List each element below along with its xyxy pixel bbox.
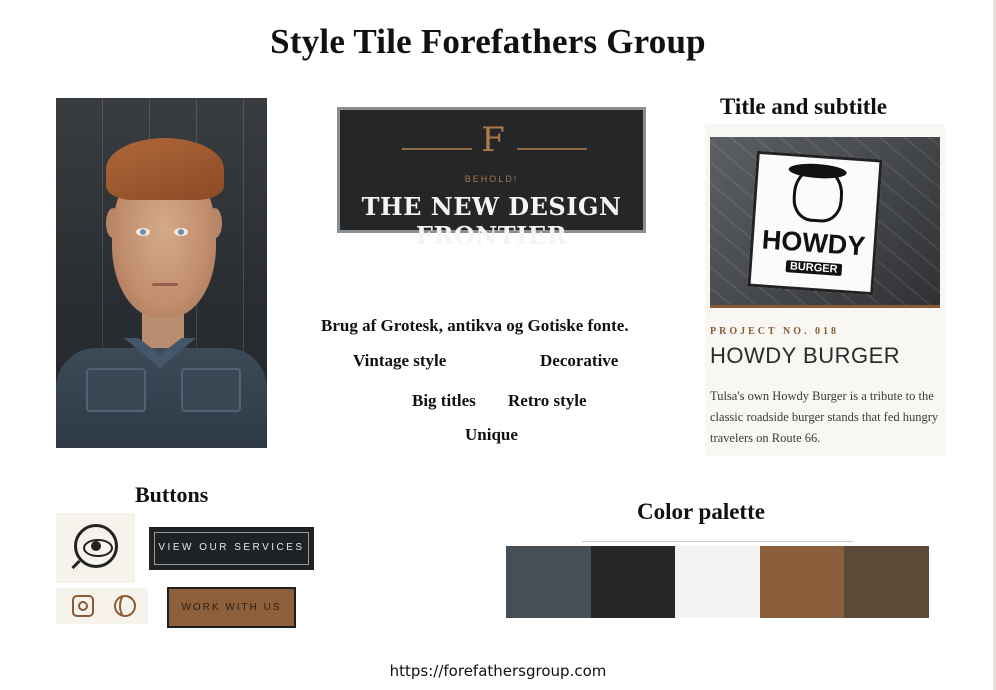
color-swatch-3 bbox=[675, 546, 760, 618]
puppet-photo bbox=[56, 98, 267, 448]
color-swatch-4 bbox=[759, 546, 845, 618]
project-description: Tulsa's own Howdy Burger is a tribute to… bbox=[710, 389, 939, 445]
dribbble-icon[interactable] bbox=[114, 595, 136, 617]
keyword-decorative: Decorative bbox=[540, 351, 619, 370]
page-title: Style Tile Forefathers Group bbox=[270, 22, 706, 61]
buttons-heading: Buttons bbox=[135, 482, 209, 507]
work-with-us-button[interactable]: WORK WITH US bbox=[167, 587, 296, 628]
palette-divider bbox=[582, 541, 853, 542]
color-swatch-5 bbox=[844, 546, 929, 618]
keyword-unique: Unique bbox=[465, 425, 518, 444]
project-name: HOWDY BURGER bbox=[710, 343, 901, 368]
keyword-big-titles: Big titles bbox=[412, 391, 476, 410]
keyword-vintage-style: Vintage style bbox=[353, 351, 447, 370]
card-divider bbox=[710, 305, 940, 308]
title-subtitle-heading: Title and subtitle bbox=[720, 94, 887, 119]
eye-logo-button[interactable] bbox=[56, 513, 135, 583]
social-links bbox=[56, 588, 148, 624]
banner-headline: THE NEW DESIGN FRONTIER bbox=[361, 192, 622, 250]
howdy-burger-photo: HOWDY BURGER bbox=[710, 137, 940, 307]
sign-word: HOWDY bbox=[760, 224, 867, 262]
view-services-label: VIEW OUR SERVICES bbox=[158, 542, 305, 553]
fonts-line: Brug af Grotesk, antikva og Gotiske font… bbox=[321, 316, 629, 335]
monogram-icon: F bbox=[481, 120, 505, 160]
site-url: https://forefathersgroup.com bbox=[389, 662, 607, 680]
sign-sub: BURGER bbox=[785, 260, 842, 276]
howdy-sign: HOWDY BURGER bbox=[747, 150, 883, 296]
palette-heading: Color palette bbox=[637, 499, 765, 524]
color-swatch-1 bbox=[506, 546, 591, 618]
color-swatch-2 bbox=[590, 546, 676, 618]
color-swatches bbox=[506, 546, 929, 618]
keyword-retro-style: Retro style bbox=[508, 391, 587, 410]
eye-logo-icon bbox=[71, 524, 118, 570]
design-frontier-banner: F BEHOLD! THE NEW DESIGN FRONTIER bbox=[337, 107, 646, 250]
work-with-us-label: WORK WITH US bbox=[181, 602, 282, 613]
project-card: HOWDY BURGER PROJECT NO. 018 HOWDY BURGE… bbox=[705, 124, 945, 456]
project-label: PROJECT NO. 018 bbox=[710, 326, 839, 337]
banner-kicker: BEHOLD! bbox=[464, 174, 519, 184]
instagram-icon[interactable] bbox=[72, 595, 94, 617]
view-services-button[interactable]: VIEW OUR SERVICES bbox=[149, 527, 314, 570]
